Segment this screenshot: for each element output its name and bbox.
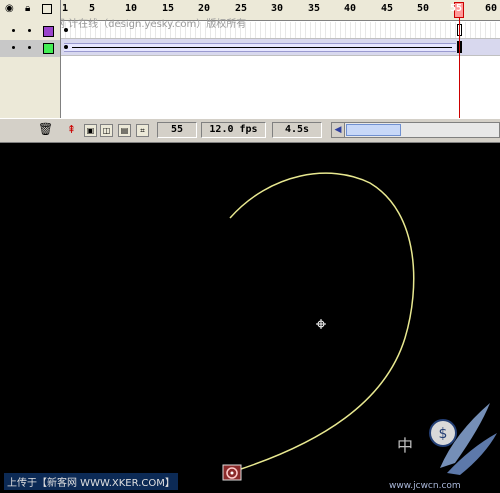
playhead-line [459,18,460,118]
visibility-dot[interactable] [12,46,15,49]
ruler-label: 40 [344,3,357,14]
stage-canvas[interactable]: $ 中 www.jcwcn.com 上传于【新客网 WWW.XKER.COM】 [0,143,500,493]
tweened-symbol-icon [222,464,242,481]
lock-dot[interactable] [28,29,31,32]
layer-color-swatch [43,26,54,37]
onion-skin-icon[interactable]: ▣ [84,124,97,137]
ruler-label: 60 [485,3,498,14]
frame-row-layer-1[interactable]: 天极网 计在线（design.yesky.com）版权所有 [61,19,500,39]
ruler-label: 35 [308,3,321,14]
outline-icon[interactable] [42,4,52,14]
registration-point-icon [316,319,326,329]
site-logo: $ 中 www.jcwcn.com [389,403,497,491]
ruler-label: 10 [125,3,138,14]
timeline-panel: ◉ 🔒︎ 1 5 10 15 20 25 30 35 40 45 50 60 计… [0,0,500,143]
onion-outline-icon[interactable]: ◫ [100,124,113,137]
current-frame-field: 55 [157,122,197,138]
edit-multiple-frames-icon[interactable]: ▤ [118,124,131,137]
ruler-label: 50 [417,3,430,14]
center-frame-icon[interactable]: ⇞ [66,124,77,135]
layer-panel: ◉ 🔒︎ [0,0,61,118]
scroll-thumb[interactable] [346,124,401,136]
frame-rate-field[interactable]: 12.0 fps [201,122,266,138]
layer-color-swatch [43,43,54,54]
playhead[interactable]: 55 [450,0,464,118]
modify-markers-icon[interactable]: ⌗ [136,124,149,137]
logo-char: 中 [397,436,413,455]
ruler-label: 5 [89,3,96,14]
scroll-left-arrow-icon[interactable]: ◀ [332,123,345,137]
eye-icon[interactable]: ◉ [5,4,14,14]
lock-dot[interactable] [28,46,31,49]
tween-arrow-line [72,47,452,48]
timeline-scrollbar[interactable]: ◀ [331,122,500,138]
frames-area[interactable]: 1 5 10 15 20 25 30 35 40 45 50 60 天极网 计在… [61,0,500,118]
upload-credit: 上传于【新客网 WWW.XKER.COM】 [4,473,178,490]
layer-row-2[interactable] [0,40,60,57]
frame-row-layer-2[interactable] [61,39,500,56]
ruler-label: 1 [62,3,69,14]
ruler-label: 45 [381,3,394,14]
svg-text:$: $ [439,426,448,442]
ruler-label: 30 [271,3,284,14]
trash-icon[interactable]: 🗑︎ [38,123,53,135]
ruler-label: 20 [198,3,211,14]
timeline-status-bar: 🗑︎ ⇞ ▣ ◫ ▤ ⌗ 55 12.0 fps 4.5s ◀ [0,118,500,143]
elapsed-time-field: 4.5s [272,122,322,138]
keyframe[interactable] [64,45,68,49]
watermark-text: 天极网 计在线（design.yesky.com）版权所有 [61,19,247,30]
logo-url: www.jcwcn.com [389,481,461,491]
layer-row-1[interactable] [0,23,60,40]
ruler-label: 25 [235,3,248,14]
ruler-label: 15 [162,3,175,14]
motion-tween-span[interactable] [64,43,456,52]
lock-icon[interactable]: 🔒︎ [25,4,30,14]
visibility-dot[interactable] [12,29,15,32]
playhead-frame-label: 55 [450,3,463,14]
